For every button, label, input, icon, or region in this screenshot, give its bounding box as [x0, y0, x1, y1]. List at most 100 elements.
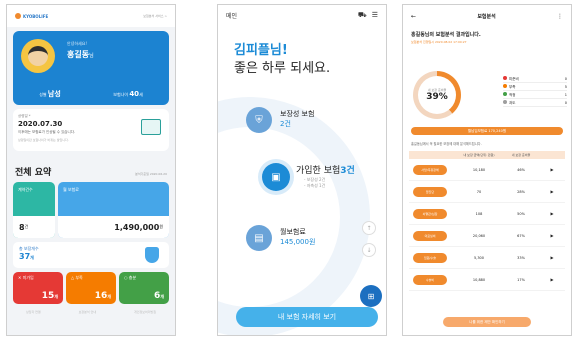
menu-icon[interactable]: ☰ — [372, 11, 378, 20]
legend-item: 부족 5 — [503, 83, 567, 91]
status-insufficient[interactable]: △ 부족 16개 — [66, 272, 116, 304]
monthly-premium[interactable]: 월보험료 145,000원 — [280, 227, 315, 247]
summary-date: 분석기준일 2020.06.20 — [135, 172, 167, 176]
greeting-name: 김피플님! — [234, 43, 288, 58]
play-arrow-icon[interactable]: ▶ — [539, 277, 565, 282]
scroll-up-icon[interactable]: ↑ — [362, 221, 376, 235]
screen-analysis: ← 보험분석 ⋮ 홍길동님의 보험분석 결과입니다. 보험분석 진행일시 202… — [402, 4, 572, 336]
play-arrow-icon[interactable]: ▶ — [539, 233, 565, 238]
screen-summary: KYOBOLIFE 보험분석 서비스 > 안녕하세요! 홍길동님 성별 남성 보… — [6, 4, 176, 336]
row-rate: 33% — [517, 255, 525, 260]
decorative-arc — [218, 97, 370, 335]
shield-icon — [145, 247, 159, 263]
analysis-header: ← 보험분석 ⋮ — [403, 5, 571, 27]
view-proposal-button[interactable]: 나를 위한 제안 확인하기 — [443, 317, 531, 327]
row-rate: 46% — [517, 167, 525, 172]
shield-icon[interactable]: ⛨ — [246, 107, 272, 133]
page-title: 보험분석 — [477, 13, 496, 20]
premium-card[interactable]: 월 보험료 1,490,000 원 — [58, 182, 169, 238]
avatar — [21, 39, 55, 73]
status-not-joined[interactable]: ✕ 미가입 15개 — [13, 272, 63, 304]
main-header: 메인 ⛟ ☰ — [218, 5, 386, 25]
row-amount: 5,300 — [473, 255, 485, 260]
analysis-note: 홍길동님께서 꼭 필요한 보장에 대해 분석해드립니다. — [411, 142, 482, 146]
row-amount: 70 — [476, 189, 482, 194]
readiness-donut: 내 보장 준비율 39% — [413, 71, 461, 119]
table-row[interactable]: 사망/후유장해 10,180 46% ▶ — [409, 159, 565, 181]
greeting-message: 좋은 하루 되세요. — [234, 61, 331, 76]
legend-item: 미준비 0 — [503, 75, 567, 83]
row-amount: 10,180 — [472, 167, 486, 172]
summary-header: 전체 요약 분석기준일 2020.06.20 — [7, 155, 175, 182]
coverage-count: 37개 — [19, 252, 34, 261]
user-name: 홍길동님 — [67, 50, 94, 59]
service-link[interactable]: 보험분석 서비스 > — [143, 14, 167, 18]
app-header: KYOBOLIFE 보험분석 서비스 > — [7, 5, 175, 27]
phone-icon[interactable]: ▣ — [262, 163, 290, 191]
grid-menu-icon[interactable]: ⊞ — [360, 285, 382, 307]
play-arrow-icon[interactable]: ▶ — [539, 255, 565, 260]
monthly-premium-bar: 월납입보험료 170,240원 — [411, 127, 563, 135]
status-sufficient[interactable]: ○ 충분 6개 — [119, 272, 169, 304]
legend-item: 과도 0 — [503, 99, 567, 107]
footer-link[interactable]: 개인정보처리방침 — [134, 310, 156, 314]
joined-breakdown: - 보장성 2건 - 저축성 1건 — [304, 177, 326, 188]
footer-links: 상담자 연결 보장분석 안내 개인정보처리방침 — [7, 310, 175, 314]
app-logo: KYOBOLIFE — [15, 13, 48, 19]
play-arrow-icon[interactable]: ▶ — [539, 167, 565, 172]
footer-link[interactable]: 보장분석 안내 — [79, 310, 97, 314]
page-title: 메인 — [226, 12, 238, 20]
row-rate: 67% — [517, 233, 525, 238]
table-row[interactable]: 수술비 10,880 17% ▶ — [409, 269, 565, 291]
play-arrow-icon[interactable]: ▶ — [539, 189, 565, 194]
table-row[interactable]: 암진단 70 28% ▶ — [409, 181, 565, 203]
greeting: 안녕하세요! — [67, 41, 88, 46]
contract-count-card[interactable]: 계약건수 8건 — [13, 182, 55, 238]
footer-link[interactable]: 상담자 연결 — [26, 310, 41, 314]
scroll-down-icon[interactable]: ↓ — [362, 243, 376, 257]
result-title: 홍길동님의 보험분석 결과입니다. — [411, 32, 481, 38]
table-header: 내 보장 금액(단위: 만원) 내 보장 준비율 — [409, 151, 565, 159]
gender-value: 남성 — [47, 90, 61, 98]
profile-info-row: 성별 남성 보험나이 40세 — [39, 90, 143, 98]
row-amount: 10,880 — [472, 277, 486, 282]
readiness-percent: 39% — [426, 92, 448, 102]
screen-main: 메인 ⛟ ☰ 김피플님! 좋은 하루 되세요. ⛨ 보장성 보험 2건 ▣ 가입한… — [217, 4, 387, 336]
joined-insurance[interactable]: 가입한 보험3건 — [296, 163, 355, 176]
row-rate: 28% — [517, 189, 525, 194]
row-amount: 20,060 — [472, 233, 486, 238]
more-options-icon[interactable]: ⋮ — [557, 13, 563, 20]
coverage-card[interactable]: 총 보장개수 37개 — [13, 242, 169, 268]
row-category: 뇌혈관/심장 — [413, 208, 447, 219]
view-details-button[interactable]: 내 보험 자세히 보기 — [236, 307, 378, 327]
status-row: ✕ 미가입 15개 △ 부족 16개 ○ 충분 6개 — [13, 272, 169, 304]
row-rate: 50% — [517, 211, 525, 216]
row-amount: 108 — [475, 211, 483, 216]
notice-card[interactable]: 상령일 * 2020.07.30 이후에는 보험료가 인상될 수 있습니다. 상… — [13, 109, 169, 151]
row-rate: 17% — [517, 277, 525, 282]
calendar-icon — [141, 119, 161, 135]
coverage-insurance[interactable]: 보장성 보험 2건 — [280, 109, 314, 129]
row-category: 의료실비 — [413, 230, 447, 241]
legend-item: 적정 1 — [503, 91, 567, 99]
coverage-table: 내 보장 금액(단위: 만원) 내 보장 준비율 사망/후유장해 10,180 46… — [409, 151, 565, 291]
back-arrow-icon[interactable]: ← — [411, 13, 416, 20]
profile-card: 안녕하세요! 홍길동님 성별 남성 보험나이 40세 — [13, 31, 169, 105]
table-row[interactable]: 입원/수술 5,300 33% ▶ — [409, 247, 565, 269]
summary-title: 전체 요약 — [15, 168, 52, 178]
bell-icon[interactable]: ⛟ — [358, 11, 367, 20]
play-arrow-icon[interactable]: ▶ — [539, 211, 565, 216]
premium-value: 1,490,000 — [114, 222, 160, 232]
row-category: 사망/후유장해 — [413, 164, 447, 175]
age-value: 40 — [129, 90, 140, 98]
legend: 미준비 0 부족 5 적정 1 과도 0 — [503, 75, 567, 107]
row-category: 암진단 — [413, 186, 447, 197]
row-category: 수술비 — [413, 274, 447, 285]
document-icon[interactable]: ▤ — [246, 225, 272, 251]
logo-icon — [15, 13, 21, 19]
table-row[interactable]: 뇌혈관/심장 108 50% ▶ — [409, 203, 565, 225]
avatar-face-icon — [28, 46, 48, 66]
table-row[interactable]: 의료실비 20,060 67% ▶ — [409, 225, 565, 247]
result-date: 보험분석 진행일시 2020.08.02 17:00:27 — [411, 40, 467, 44]
row-category: 입원/수술 — [413, 252, 447, 263]
